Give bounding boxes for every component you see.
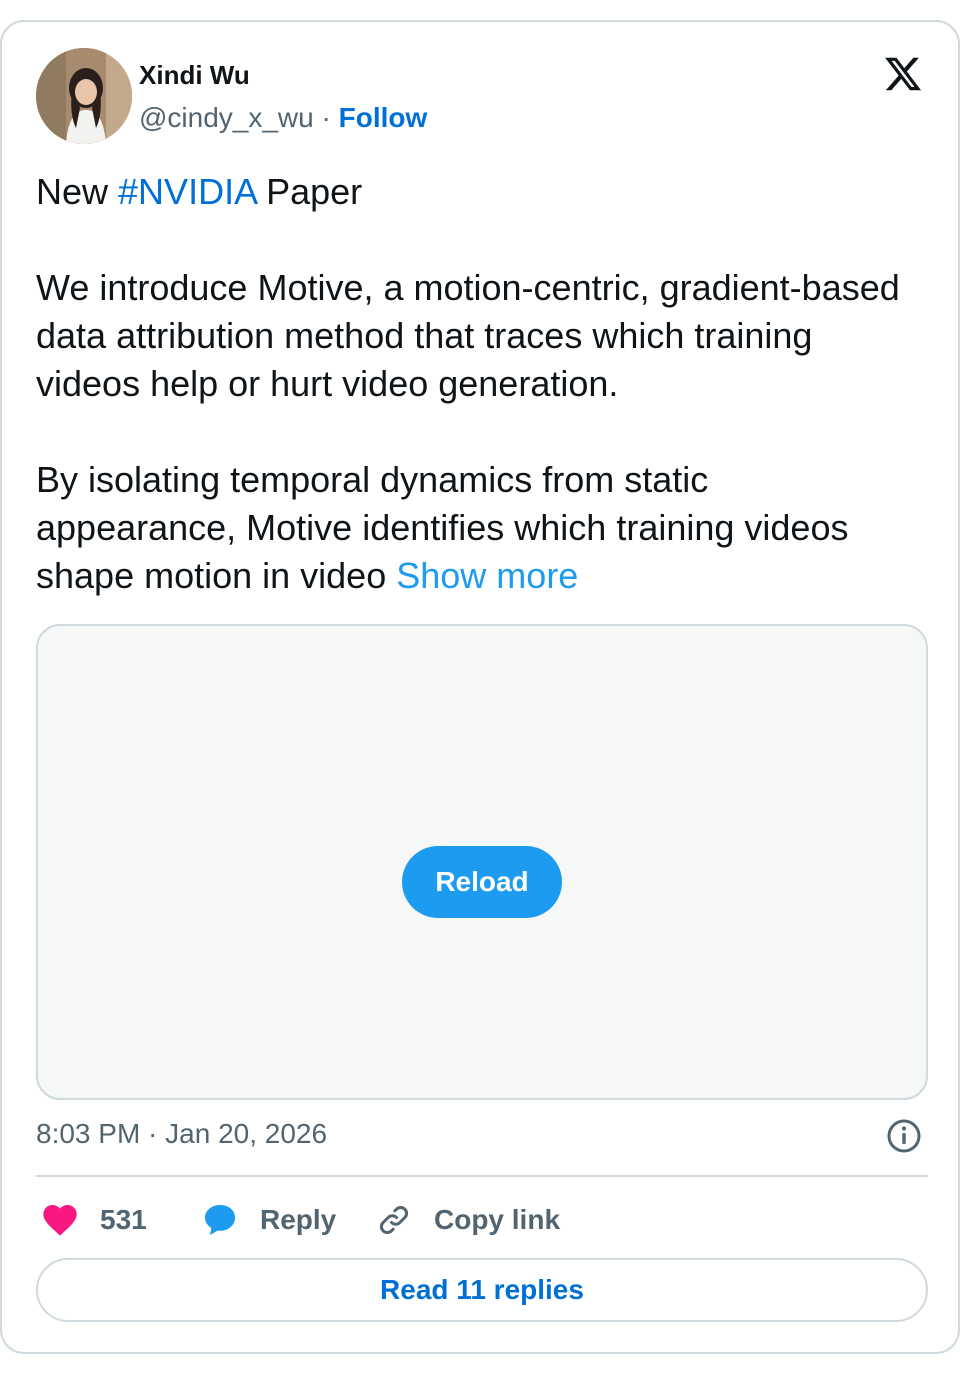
author-handle[interactable]: @cindy_x_wu [139, 102, 314, 133]
copy-link-action[interactable]: Copy link [374, 1196, 560, 1244]
author-display-name[interactable]: Xindi Wu [139, 60, 250, 91]
like-count: 531 [100, 1204, 147, 1235]
media-placeholder: Reload [36, 624, 928, 1100]
x-logo-icon[interactable] [881, 54, 925, 94]
avatar-photo-icon [36, 48, 132, 144]
reload-button[interactable]: Reload [402, 846, 562, 918]
handle-separator: · [321, 102, 331, 133]
tweet-text: New #NVIDIA Paper We introduce Motive, a… [36, 168, 916, 600]
tweet-paragraph-3: By isolating temporal dynamics from stat… [36, 456, 916, 600]
tweet-card: Xindi Wu @cindy_x_wu · Follow New #NVIDI… [0, 20, 960, 1354]
reply-label: Reply [260, 1204, 337, 1235]
info-icon[interactable] [886, 1118, 922, 1154]
hashtag-link[interactable]: #NVIDIA [118, 171, 256, 212]
copy-link-label: Copy link [434, 1204, 561, 1235]
tweet-line-1-suffix: Paper [256, 171, 363, 212]
avatar[interactable] [36, 48, 132, 144]
follow-button[interactable]: Follow [339, 102, 428, 133]
reply-action[interactable]: Reply [200, 1196, 336, 1244]
divider [36, 1175, 928, 1177]
tweet-paragraph-2: We introduce Motive, a motion-centric, g… [36, 267, 900, 404]
heart-icon [43, 1205, 77, 1236]
reply-bubble-icon [205, 1205, 235, 1235]
tweet-line-1: New #NVIDIA Paper [36, 168, 916, 216]
read-replies-button[interactable]: Read 11 replies [36, 1258, 928, 1322]
show-more-link[interactable]: Show more [396, 555, 578, 596]
tweet-line-1-prefix: New [36, 171, 119, 212]
like-action[interactable]: 531 [40, 1196, 147, 1244]
link-icon [380, 1206, 408, 1234]
tweet-timestamp[interactable]: 8:03 PM · Jan 20, 2026 [36, 1118, 327, 1150]
author-handle-row: @cindy_x_wu · Follow [139, 102, 427, 134]
